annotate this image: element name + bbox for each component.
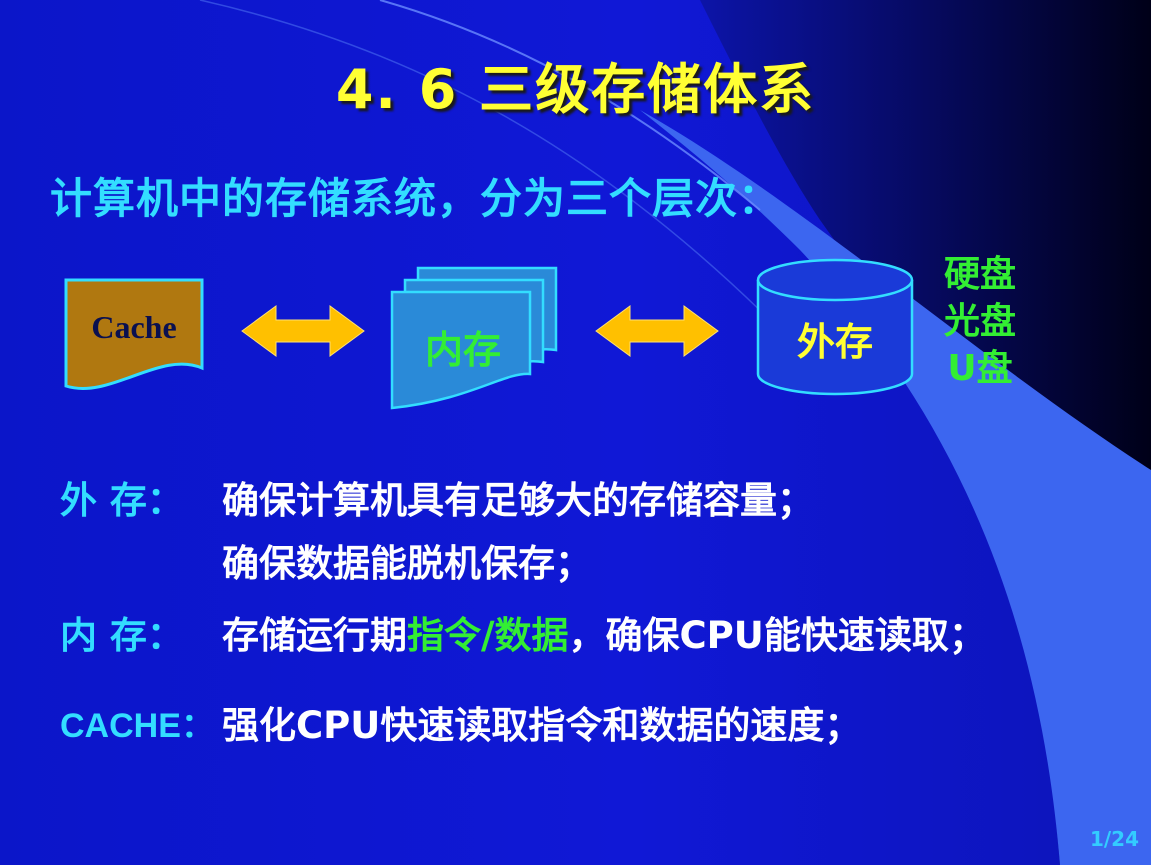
internal-memory-text-pre: 存储运行期	[222, 614, 407, 657]
internal-memory-text: 存储运行期指令/数据，确保CPU能快速读取；	[222, 605, 986, 659]
storage-media-list: 硬盘 光盘 U盘	[925, 252, 1035, 392]
storage-label: 外存	[797, 320, 873, 364]
external-storage-line2: 确保数据能脱机保存；	[222, 542, 592, 585]
storage-cylinder: 外存	[756, 258, 914, 396]
internal-memory-highlight: 指令/数据	[407, 614, 569, 657]
external-storage-label: 外 存：	[60, 479, 184, 522]
cache-row-label: CACHE：	[60, 707, 215, 745]
cache-label: Cache	[91, 309, 176, 345]
cache-block: Cache	[64, 278, 204, 390]
double-arrow-icon	[241, 305, 365, 357]
media-item: 光盘	[943, 300, 1016, 342]
cache-row-text: 强化CPU快速读取指令和数据的速度；	[222, 704, 862, 747]
intro-text: 计算机中的存储系统，分为三个层次：	[50, 174, 782, 223]
slide-title: 4. 6 三级存储体系	[335, 58, 816, 121]
internal-memory-text-post: ，确保CPU能快速读取；	[568, 614, 986, 657]
media-item: 硬盘	[943, 254, 1016, 295]
internal-memory-label: 内 存：	[60, 614, 184, 657]
media-item: U盘	[947, 347, 1013, 389]
memory-label: 内存	[425, 328, 501, 372]
memory-block: 内存	[390, 266, 558, 410]
page-number: 1/24	[1089, 827, 1139, 851]
double-arrow-icon	[595, 305, 719, 357]
external-storage-line1: 确保计算机具有足够大的存储容量；	[222, 479, 814, 522]
